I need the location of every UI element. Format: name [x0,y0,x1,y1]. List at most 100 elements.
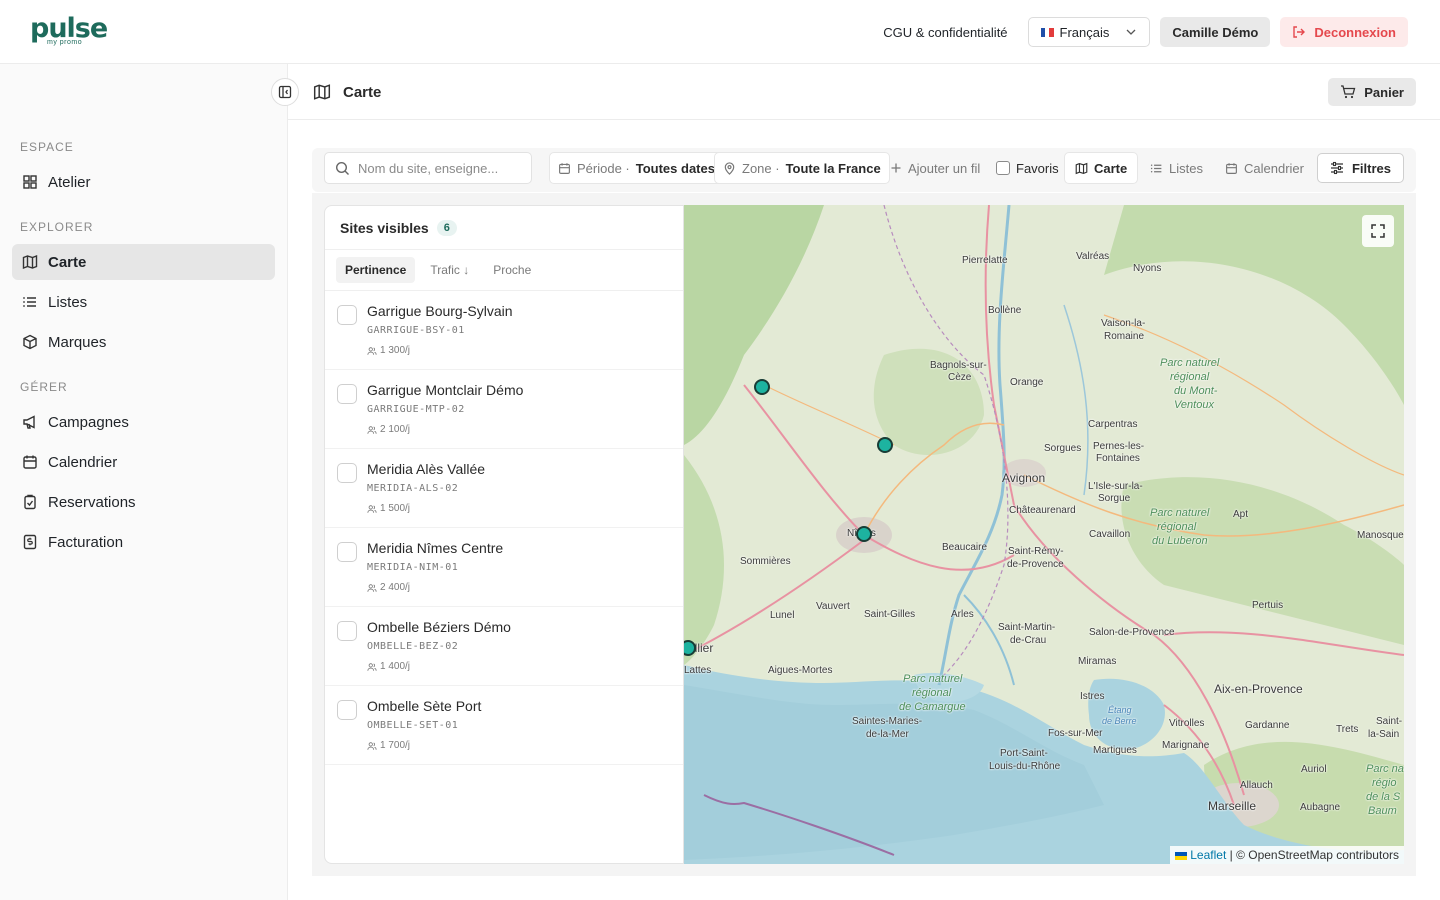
map-label-aigues: Aigues-Mortes [768,665,833,676]
language-label: Français [1059,24,1110,40]
site-row[interactable]: Meridia Nîmes Centre MERIDIA-NIM-01 2 400/… [325,528,683,607]
search-field[interactable] [324,152,532,184]
plus-icon [891,163,901,173]
logout-icon [1293,26,1306,38]
site-checkbox[interactable] [337,621,357,641]
view-map-button[interactable]: Carte [1064,152,1139,184]
map-label-marseille: Marseille [1208,799,1257,813]
favorites-label: Favoris [1016,160,1059,176]
site-checkbox[interactable] [337,542,357,562]
map-label-arles: Arles [951,609,974,620]
tab-pertinence[interactable]: Pertinence [336,257,416,283]
sidebar-item-carte[interactable]: Carte [12,244,275,280]
zone-filter[interactable]: Zone · Toute la France [714,152,890,184]
site-row[interactable]: Garrigue Montclair Démo GARRIGUE-MTP-02 2 … [325,370,683,449]
site-row[interactable]: Meridia Alès Vallée MERIDIA-ALS-02 1 500/j [325,449,683,528]
add-filter-label: Ajouter un fil [908,160,981,176]
view-calendar-button[interactable]: Calendrier [1217,152,1312,184]
site-name: Meridia Alès Vallée [367,461,486,477]
leaflet-link[interactable]: Leaflet [1190,848,1226,862]
site-traffic-value: 1 300/j [380,345,411,356]
site-marker[interactable] [856,526,872,542]
site-row[interactable]: Garrigue Bourg-Sylvain GARRIGUE-BSY-01 1 3… [325,291,683,370]
map-icon [313,84,331,100]
sidebar-item-campagnes[interactable]: Campagnes [12,404,275,440]
site-marker[interactable] [754,379,770,395]
tab-trafic[interactable]: Trafic ↓ [421,257,478,283]
period-filter[interactable]: Période · Toutes dates [549,152,724,184]
site-traffic-value: 1 700/j [380,740,411,751]
search-icon [335,161,349,175]
sidebar-item-listes[interactable]: Listes [12,284,275,320]
map-label-bollene: Bollène [988,305,1022,316]
site-row[interactable]: Ombelle Sète Port OMBELLE-SET-01 1 700/j [325,686,683,765]
map-label-saintesmaries2: de-la-Mer [866,729,909,740]
map-label-trets: Trets [1336,724,1359,735]
favorites-toggle[interactable]: Favoris [988,152,1067,184]
sidebar-item-calendrier[interactable]: Calendrier [12,444,275,480]
cart-button[interactable]: Panier [1328,78,1416,106]
map-icon [1075,162,1088,174]
sidebar-item-reservations[interactable]: Reservations [12,484,275,520]
site-name: Garrigue Montclair Démo [367,382,524,398]
map-label-sorgues: Sorgues [1044,443,1082,454]
map-label-sommieres: Sommières [740,556,791,567]
logout-label: Deconnexion [1314,24,1396,40]
search-input[interactable] [358,160,518,176]
view-lists-button[interactable]: Listes [1142,152,1211,184]
user-button[interactable]: Camille Démo [1160,17,1271,47]
map-label-park-ventoux3: du Mont- [1174,385,1218,397]
site-name: Ombelle Sète Port [367,698,482,714]
map-label-lisle: L'Isle-sur-la- [1088,481,1143,492]
count-badge: 6 [436,219,457,236]
collapse-sidebar-button[interactable] [271,78,299,106]
map-label-park-ventoux4: Ventoux [1174,399,1214,411]
map-label-saintgilles: Saint-Gilles [864,609,916,620]
sidebar-item-marques[interactable]: Marques [12,324,275,360]
map-label-saintesmaries: Saintes-Maries- [852,716,923,727]
sites-panel: Sites visibles 6 Pertinence Trafic ↓ Pro… [324,205,684,864]
favorites-checkbox[interactable] [996,161,1010,175]
top-bar: pulse my promo CGU & confidentialité Fra… [0,0,1440,64]
site-checkbox[interactable] [337,305,357,325]
add-filter-button[interactable]: Ajouter un fil [882,152,988,184]
sliders-icon [1330,161,1343,175]
panel-title: Sites visibles [340,219,429,236]
filters-button[interactable]: Filtres [1316,153,1404,183]
site-name: Garrigue Bourg-Sylvain [367,303,513,319]
map-label-manosque: Manosque [1357,530,1404,541]
map[interactable]: Pierrelatte Valréas Nyons Bollène Vaison… [684,205,1404,864]
map-label-chateaurenard: Châteaurenard [1009,505,1076,516]
map-label-vauvert: Vauvert [816,601,850,612]
map-label-saintremy2: de-Provence [1007,559,1064,570]
map-label-park-baume4: Baum [1368,805,1397,817]
site-code: MERIDIA-NIM-01 [367,562,459,573]
site-traffic: 2 100/j [367,424,410,435]
site-checkbox[interactable] [337,384,357,404]
fullscreen-button[interactable] [1362,215,1394,247]
users-icon [367,425,377,434]
tab-proche[interactable]: Proche [484,257,540,283]
cgu-link[interactable]: CGU & confidentialité [883,25,1007,40]
logout-button[interactable]: Deconnexion [1280,17,1408,47]
map-label-martigues: Martigues [1093,745,1137,756]
map-label-park-camargue2: régional [912,687,952,699]
site-marker[interactable] [877,437,893,453]
site-checkbox[interactable] [337,463,357,483]
sidebar-item-atelier[interactable]: Atelier [12,164,275,200]
logo[interactable]: pulse my promo [30,14,108,50]
site-row[interactable]: Ombelle Béziers Démo OMBELLE-BEZ-02 1 400/… [325,607,683,686]
sidebar-item-facturation[interactable]: Facturation [12,524,275,560]
site-traffic-value: 1 400/j [380,661,411,672]
site-code: OMBELLE-SET-01 [367,720,459,731]
map-label-portsaint2: Louis-du-Rhône [989,761,1061,772]
map-label-vaison2: Romaine [1104,331,1145,342]
map-attribution: Leaflet | © OpenStreetMap contributors [1169,846,1404,864]
list-icon [23,297,36,307]
map-label-etang: Étang [1108,705,1132,715]
receipt-icon [23,534,37,550]
site-checkbox[interactable] [337,700,357,720]
site-name: Meridia Nîmes Centre [367,540,504,556]
section-explorer: EXPLORER [20,220,94,234]
language-select[interactable]: Français [1027,17,1151,47]
